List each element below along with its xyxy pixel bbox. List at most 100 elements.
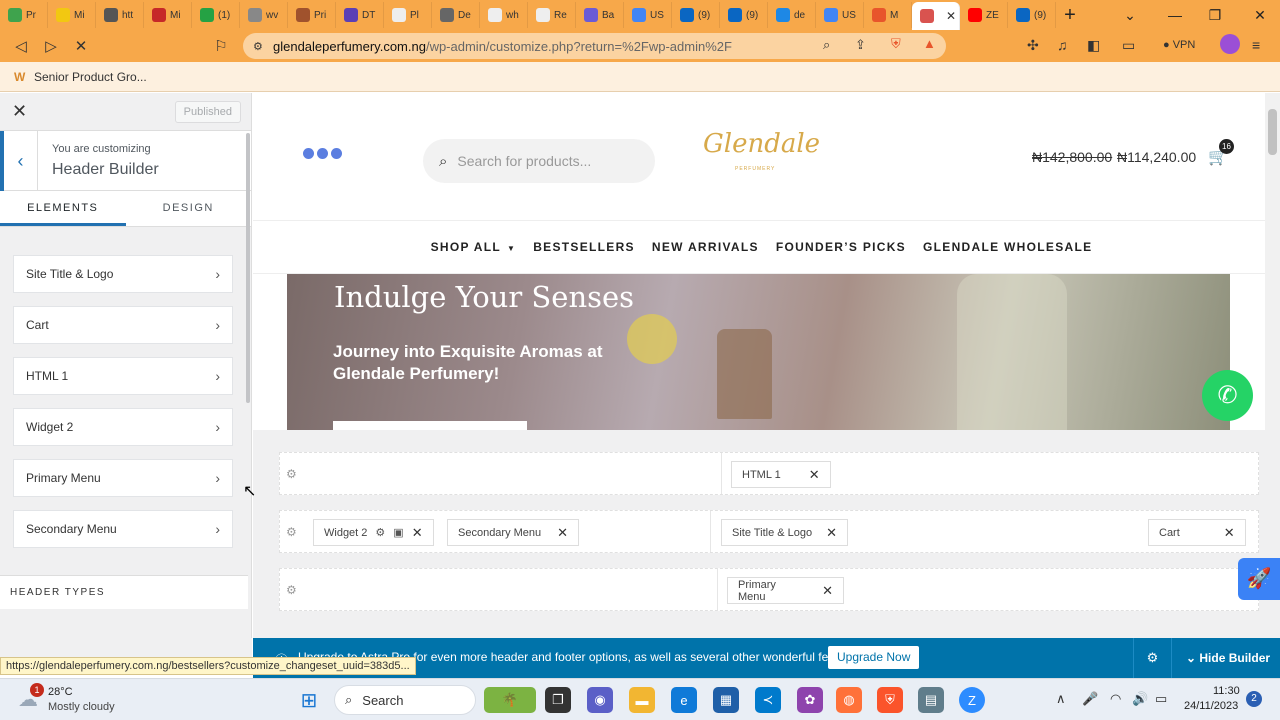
builder-chip-widget-2[interactable]: Widget 2 ⚙ ▣ ✕ bbox=[313, 519, 434, 546]
taskbar-search[interactable]: ⌕ Search bbox=[334, 685, 476, 715]
chip-layout-icon[interactable]: ▣ bbox=[393, 526, 403, 539]
close-customizer-icon[interactable]: ✕ bbox=[12, 101, 32, 122]
menu-icon[interactable]: ≡ bbox=[1252, 37, 1260, 53]
rocket-icon[interactable]: 🚀 bbox=[1238, 558, 1280, 600]
start-icon[interactable]: ⊞ bbox=[296, 687, 322, 713]
nav-item-bestsellers[interactable]: BESTSELLERS bbox=[533, 240, 635, 254]
site-logo[interactable]: Glendale bbox=[703, 129, 820, 159]
firefox-icon[interactable]: ◍ bbox=[836, 687, 862, 713]
calculator-icon[interactable]: ▤ bbox=[918, 687, 944, 713]
share-icon[interactable]: ⇪ bbox=[855, 37, 866, 53]
browser-tab[interactable]: wh bbox=[480, 2, 528, 28]
zoom-app-icon[interactable]: Z bbox=[959, 687, 985, 713]
stop-loading-icon[interactable]: ✕ bbox=[66, 37, 96, 55]
maximize-icon[interactable]: ❐ bbox=[1195, 0, 1235, 30]
sidebar-item-cart[interactable]: Cart › bbox=[13, 306, 233, 344]
remove-chip-icon[interactable]: ✕ bbox=[1224, 525, 1235, 541]
media-icon[interactable]: ♫ bbox=[1057, 37, 1068, 53]
builder-zone-center[interactable]: Site Title & Logo ✕ bbox=[710, 511, 850, 552]
sidebar-item-secondary-menu[interactable]: Secondary Menu › bbox=[13, 510, 233, 548]
builder-chip-html-1[interactable]: HTML 1 ✕ bbox=[731, 461, 831, 488]
search-highlight-icon[interactable]: 🌴 bbox=[484, 687, 536, 713]
nav-item-new-arrivals[interactable]: NEW ARRIVALS bbox=[652, 240, 759, 254]
address-bar[interactable]: ⚙ glendaleperfumery.com.ng/wp-admin/cust… bbox=[243, 33, 946, 59]
task-view-icon[interactable]: ❐ bbox=[545, 687, 571, 713]
browser-tab[interactable]: (9) bbox=[1008, 2, 1056, 28]
nav-item-founders-picks[interactable]: FOUNDER’S PICKS bbox=[776, 240, 906, 254]
builder-chip-secondary-menu[interactable]: Secondary Menu ✕ bbox=[447, 519, 580, 546]
remove-chip-icon[interactable]: ✕ bbox=[809, 467, 820, 483]
brave-shields-icon[interactable]: ⛨ bbox=[891, 36, 901, 52]
browser-tab[interactable]: M bbox=[864, 2, 912, 28]
browser-tab[interactable]: ✕ bbox=[912, 2, 960, 30]
profile-avatar[interactable] bbox=[1220, 34, 1240, 54]
builder-zone-center[interactable]: HTML 1 ✕ bbox=[721, 453, 840, 494]
vscode-icon[interactable]: ≺ bbox=[755, 687, 781, 713]
notification-badge[interactable]: 2 bbox=[1246, 691, 1262, 707]
product-search-input[interactable]: ⌕ Search for products... bbox=[423, 139, 655, 183]
chip-settings-icon[interactable]: ⚙ bbox=[375, 526, 385, 539]
browser-tab[interactable]: De bbox=[432, 2, 480, 28]
browser-tab[interactable]: US bbox=[624, 2, 672, 28]
close-window-icon[interactable]: ✕ bbox=[1240, 0, 1280, 30]
close-tab-icon[interactable]: ✕ bbox=[946, 9, 956, 23]
remove-chip-icon[interactable]: ✕ bbox=[557, 525, 568, 541]
clock-date[interactable]: 24/11/2023 bbox=[1184, 700, 1238, 712]
sidebar-icon[interactable]: ◧ bbox=[1087, 37, 1100, 54]
file-explorer-icon[interactable]: ▬ bbox=[629, 687, 655, 713]
volume-icon[interactable]: 🔊 bbox=[1132, 691, 1148, 707]
browser-tab[interactable]: Mi bbox=[48, 2, 96, 28]
back-chevron-icon[interactable]: ‹ bbox=[0, 131, 38, 191]
browser-tab[interactable]: de bbox=[768, 2, 816, 28]
microphone-icon[interactable]: 🎤 bbox=[1082, 691, 1098, 707]
remove-chip-icon[interactable]: ✕ bbox=[822, 583, 833, 599]
wifi-icon[interactable]: ◠ bbox=[1110, 691, 1121, 707]
builder-chip-site-title-logo[interactable]: Site Title & Logo ✕ bbox=[721, 519, 849, 546]
browser-tab[interactable]: US bbox=[816, 2, 864, 28]
browser-tab[interactable]: Pr bbox=[0, 2, 48, 28]
sidebar-item-primary-menu[interactable]: Primary Menu › bbox=[13, 459, 233, 497]
browser-tab[interactable]: (9) bbox=[720, 2, 768, 28]
forward-icon[interactable]: ▷ bbox=[36, 37, 66, 55]
preview-scrollbar[interactable] bbox=[1265, 93, 1280, 430]
browser-tab[interactable]: Pl bbox=[384, 2, 432, 28]
builder-zone-center[interactable]: Primary Menu ✕ bbox=[717, 569, 844, 610]
weather-temperature[interactable]: 28°C bbox=[48, 686, 73, 698]
teams-icon[interactable]: ◉ bbox=[587, 687, 613, 713]
row-settings-icon[interactable]: ⚙ bbox=[286, 467, 297, 481]
show-hidden-icons[interactable]: ∧ bbox=[1056, 691, 1066, 707]
browser-tab[interactable]: htt bbox=[96, 2, 144, 28]
remove-chip-icon[interactable]: ✕ bbox=[412, 525, 423, 541]
vpn-button[interactable]: ● VPN bbox=[1163, 39, 1195, 51]
browser-tab[interactable]: Mi bbox=[144, 2, 192, 28]
header-types-section[interactable]: HEADER TYPES bbox=[0, 575, 248, 609]
published-button[interactable]: Published bbox=[174, 100, 241, 123]
tab-elements[interactable]: ELEMENTS bbox=[0, 191, 126, 226]
sidebar-item-html-1[interactable]: HTML 1 › bbox=[13, 357, 233, 395]
sidebar-scrollbar[interactable] bbox=[246, 133, 250, 403]
brave-rewards-icon[interactable]: ▲ bbox=[923, 36, 936, 51]
builder-chip-cart[interactable]: Cart ✕ bbox=[1148, 519, 1246, 546]
battery-icon[interactable]: ▭ bbox=[1155, 691, 1167, 707]
hide-builder-button[interactable]: ⌄ Hide Builder bbox=[1171, 638, 1280, 678]
nav-item-glendale-wholesale[interactable]: GLENDALE WHOLESALE bbox=[923, 240, 1092, 254]
browser-tab[interactable]: (1) bbox=[192, 2, 240, 28]
extensions-icon[interactable]: ✣ bbox=[1027, 37, 1039, 54]
remove-chip-icon[interactable]: ✕ bbox=[826, 525, 837, 541]
new-tab-button[interactable]: + bbox=[1056, 4, 1084, 27]
sidebar-item-site-title-logo[interactable]: Site Title & Logo › bbox=[13, 255, 233, 293]
browser-tab[interactable]: DT bbox=[336, 2, 384, 28]
browser-tab[interactable]: wv bbox=[240, 2, 288, 28]
store-icon[interactable]: ▦ bbox=[713, 687, 739, 713]
wallet-icon[interactable]: ▭ bbox=[1122, 37, 1135, 54]
site-info-icon[interactable]: ⚙ bbox=[253, 40, 263, 53]
nav-item-shop-all[interactable]: SHOP ALL ▼ bbox=[431, 240, 517, 254]
hero-cta-button[interactable] bbox=[333, 421, 527, 430]
back-icon[interactable]: ◁ bbox=[6, 37, 36, 55]
edge-icon[interactable]: e bbox=[671, 687, 697, 713]
minimize-icon[interactable]: — bbox=[1155, 0, 1195, 30]
row-settings-icon[interactable]: ⚙ bbox=[286, 525, 297, 539]
weather-description[interactable]: Mostly cloudy bbox=[48, 701, 115, 713]
whatsapp-icon[interactable]: ✆ bbox=[1202, 370, 1253, 421]
clock-time[interactable]: 11:30 bbox=[1213, 685, 1240, 697]
